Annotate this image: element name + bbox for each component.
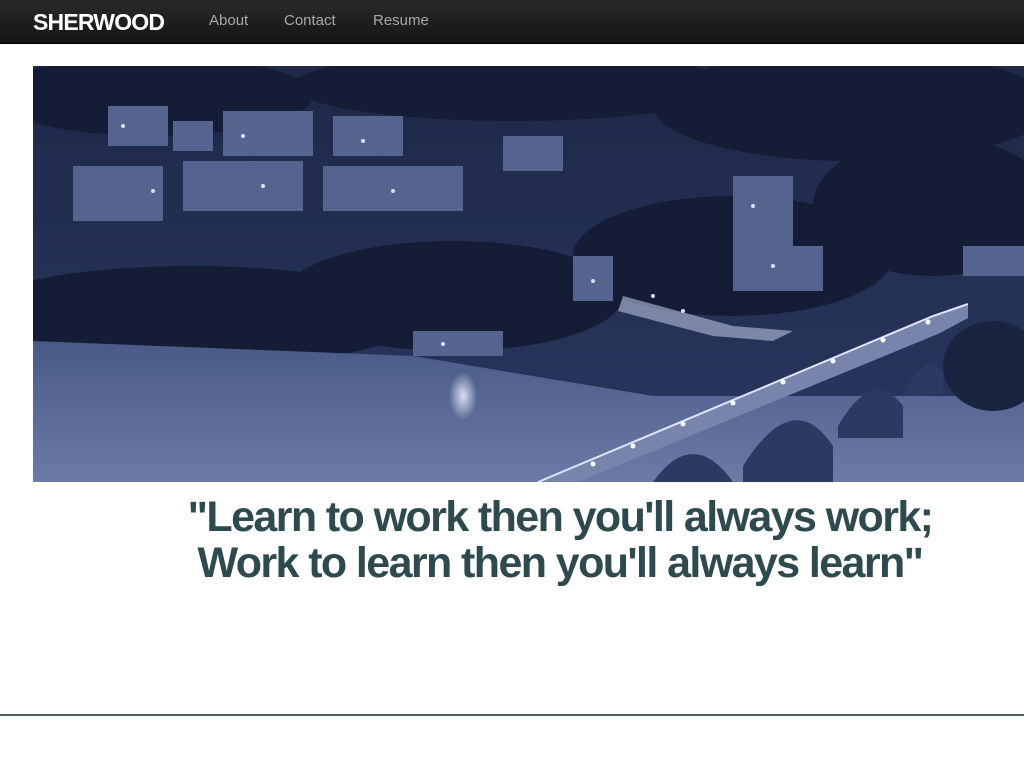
top-navbar: SHERWOOD About Contact Resume [0,0,1024,44]
nav-link-about[interactable]: About [209,12,248,30]
nav-link-resume[interactable]: Resume [373,12,429,30]
brand-logo-link[interactable]: SHERWOOD [33,9,165,35]
quote-block: "Learn to work then you'll always work; … [60,494,1024,586]
city-bridge-photo-icon [33,66,1024,482]
footer-divider [0,714,1024,716]
quote-line-1: "Learn to work then you'll always work; [187,493,934,541]
hero-image [33,66,1024,482]
quote-line-2: Work to learn then you'll always learn" [197,539,925,587]
nav-link-contact[interactable]: Contact [284,12,336,30]
